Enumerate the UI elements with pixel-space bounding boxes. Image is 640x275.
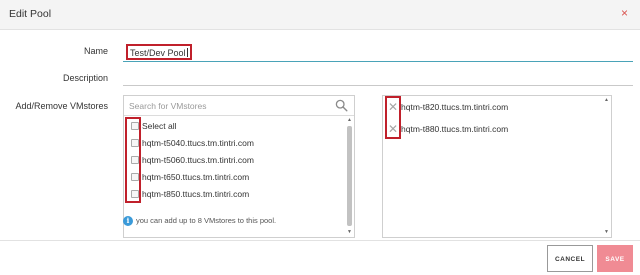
vmstore-name: hqtm-t650.ttucs.tm.tintri.com xyxy=(142,172,250,182)
scroll-up-arrow-icon[interactable]: ▲ xyxy=(346,117,353,124)
dialog-title: Edit Pool xyxy=(9,8,52,20)
vmstore-search xyxy=(124,96,354,116)
checkbox-highlight-box xyxy=(125,117,141,203)
description-field[interactable] xyxy=(123,85,633,86)
available-list-scrollbar[interactable]: ▲ ▼ xyxy=(345,116,354,237)
name-label: Name xyxy=(83,46,108,56)
list-item[interactable]: hqtm-t5060.ttucs.tm.tintri.com xyxy=(124,152,339,169)
vmstores-label: Add/Remove VMstores xyxy=(15,101,108,111)
selected-vmstore-name: hqtm-t880.ttucs.tm.tintri.com xyxy=(401,124,509,134)
list-item: ✕ hqtm-t880.ttucs.tm.tintri.com xyxy=(383,121,598,141)
info-icon: i xyxy=(123,216,133,226)
remove-highlight-box xyxy=(385,96,401,139)
selected-vmstores-panel: ✕ hqtm-t820.ttucs.tm.tintri.com ✕ hqtm-t… xyxy=(382,95,612,238)
scrollbar-thumb[interactable] xyxy=(347,126,352,226)
description-label: Description xyxy=(62,73,108,83)
list-item[interactable]: hqtm-t850.ttucs.tm.tintri.com xyxy=(124,186,339,203)
select-all-label: Select all xyxy=(142,121,177,131)
name-input-value[interactable]: Test/Dev Pool xyxy=(126,44,192,60)
list-item[interactable]: hqtm-t5040.ttucs.tm.tintri.com xyxy=(124,135,339,152)
scroll-up-arrow-icon[interactable]: ▲ xyxy=(603,97,610,104)
dialog-body: Name Test/Dev Pool Description Add/Remov… xyxy=(0,30,640,240)
vmstore-name: hqtm-t5040.ttucs.tm.tintri.com xyxy=(142,138,254,148)
list-item[interactable]: hqtm-t650.ttucs.tm.tintri.com xyxy=(124,169,339,186)
info-text: you can add up to 8 VMstores to this poo… xyxy=(136,216,277,225)
save-button[interactable]: SAVE xyxy=(597,245,633,272)
list-item: ✕ hqtm-t820.ttucs.tm.tintri.com xyxy=(383,99,598,119)
dialog-footer: CANCEL SAVE xyxy=(0,240,640,275)
select-all-row[interactable]: Select all xyxy=(124,118,339,135)
close-icon[interactable]: × xyxy=(621,6,628,20)
vmstore-search-input[interactable] xyxy=(129,99,329,113)
search-icon[interactable] xyxy=(335,99,348,112)
selected-list-scrollbar[interactable]: ▲ ▼ xyxy=(602,96,611,237)
scroll-down-arrow-icon[interactable]: ▼ xyxy=(603,229,610,236)
vmstore-name: hqtm-t5060.ttucs.tm.tintri.com xyxy=(142,155,254,165)
name-field[interactable]: Test/Dev Pool xyxy=(123,43,633,62)
vmstore-name: hqtm-t850.ttucs.tm.tintri.com xyxy=(142,189,250,199)
dialog-header: Edit Pool × xyxy=(0,0,640,30)
scroll-down-arrow-icon[interactable]: ▼ xyxy=(346,229,353,236)
cancel-button[interactable]: CANCEL xyxy=(547,245,593,272)
selected-vmstore-name: hqtm-t820.ttucs.tm.tintri.com xyxy=(401,102,509,112)
